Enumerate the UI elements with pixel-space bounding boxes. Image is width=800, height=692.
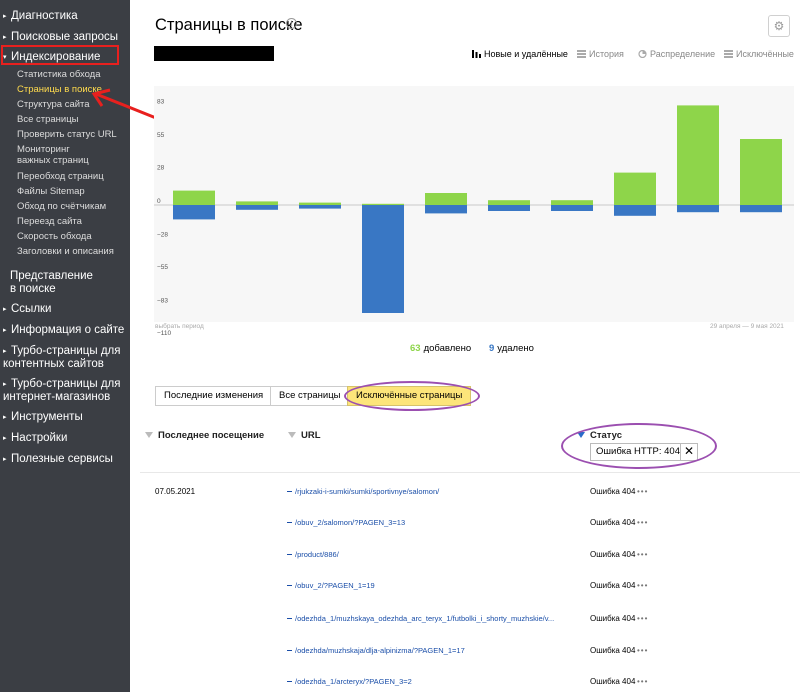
app-root: ▸ Диагностика ▸ Поисковые запросы ▾ Индекси… (0, 0, 800, 692)
filter-icon (145, 432, 153, 438)
bar-added[interactable] (740, 139, 782, 205)
row-url-link[interactable]: /odezhda_1/arcteryx/?PAGEN_3=2 (287, 677, 572, 686)
chart-date-range: 29 апреля — 9 мая 2021 (710, 323, 784, 330)
bar-added[interactable] (425, 193, 467, 205)
bar-removed[interactable] (173, 205, 215, 220)
filter-icon (288, 432, 296, 438)
row-url-text: /odezhda/muzhskaja/dlja-alpinizma/?PAGEN… (295, 646, 465, 655)
more-icon[interactable]: ••• (637, 550, 648, 559)
bar-added[interactable] (236, 201, 278, 205)
annotation-oval (344, 381, 480, 411)
column-url[interactable]: URL (288, 430, 321, 441)
dash-icon (287, 585, 292, 586)
removed-summary: 9 удалено (489, 343, 534, 354)
bar-removed[interactable] (551, 205, 593, 211)
bar-removed[interactable] (236, 205, 278, 210)
y-tick-label: 55 (157, 132, 165, 139)
bar-removed[interactable] (740, 205, 782, 213)
more-icon[interactable]: ••• (637, 614, 648, 623)
row-url-link[interactable]: /odezhda_1/muzhskaya_odezhda_arc_teryx_1… (287, 614, 572, 623)
bar-added[interactable] (677, 105, 719, 205)
added-summary: 63 добавлено (410, 343, 471, 354)
row-status: Ошибка 404 (590, 518, 636, 527)
row-url-link[interactable]: /product/886/ (287, 550, 572, 559)
y-tick-label: −83 (157, 298, 168, 305)
bar-removed[interactable] (488, 205, 530, 211)
row-url-text: /obuv_2/?PAGEN_1=19 (295, 581, 375, 590)
dash-icon (287, 491, 292, 492)
row-url-link[interactable]: /obuv_2/?PAGEN_1=19 (287, 581, 572, 590)
removed-count: 9 (489, 343, 495, 354)
dash-icon (287, 618, 292, 619)
row-status: Ошибка 404 (590, 487, 636, 496)
dash-icon (287, 522, 292, 523)
y-tick-label: −55 (157, 264, 168, 271)
dash-icon (287, 681, 292, 682)
row-url-text: /product/886/ (295, 550, 339, 559)
more-icon[interactable]: ••• (637, 581, 648, 590)
row-url-text: /obuv_2/salomon/?PAGEN_3=13 (295, 518, 406, 527)
tab-all-pages[interactable]: Все страницы (270, 386, 350, 406)
bar-added[interactable] (551, 200, 593, 205)
y-tick-label: 0 (157, 198, 161, 205)
bar-added[interactable] (362, 203, 404, 205)
more-icon[interactable]: ••• (637, 518, 648, 527)
row-url-link[interactable]: /odezhda/muzhskaja/dlja-alpinizma/?PAGEN… (287, 646, 572, 655)
row-date: 07.05.2021 (155, 487, 196, 496)
row-status: Ошибка 404 (590, 550, 636, 559)
more-icon[interactable]: ••• (637, 646, 648, 655)
bar-removed[interactable] (362, 205, 404, 313)
tab-recent-changes[interactable]: Последние изменения (155, 386, 273, 406)
y-tick-label: −28 (157, 232, 168, 239)
row-status: Ошибка 404 (590, 677, 636, 686)
row-status: Ошибка 404 (590, 646, 636, 655)
more-icon[interactable]: ••• (637, 677, 648, 686)
added-count: 63 (410, 343, 421, 354)
bar-removed[interactable] (677, 205, 719, 213)
column-last-visit[interactable]: Последнее посещение (145, 430, 264, 441)
y-tick-label: −110 (157, 330, 172, 337)
row-url-text: /odezhda_1/muzhskaya_odezhda_arc_teryx_1… (295, 614, 555, 623)
bar-removed[interactable] (425, 205, 467, 214)
dash-icon (287, 650, 292, 651)
row-url-link[interactable]: /obuv_2/salomon/?PAGEN_3=13 (287, 518, 572, 527)
row-url-link[interactable]: /rjukzaki-i-sumki/sumki/sportivnye/salom… (287, 487, 572, 496)
select-period-link[interactable]: выбрать период (155, 323, 204, 330)
row-url-text: /odezhda_1/arcteryx/?PAGEN_3=2 (295, 677, 412, 686)
row-status: Ошибка 404 (590, 581, 636, 590)
bar-added[interactable] (614, 172, 656, 205)
dash-icon (287, 554, 292, 555)
added-label: добавлено (423, 343, 472, 354)
bar-added[interactable] (299, 202, 341, 205)
divider (140, 472, 800, 473)
column-label: URL (301, 430, 321, 441)
bar-removed[interactable] (614, 205, 656, 216)
y-tick-label: 28 (157, 164, 165, 171)
column-label: Последнее посещение (158, 430, 265, 441)
annotation-oval (561, 423, 717, 469)
bar-added[interactable] (173, 190, 215, 205)
y-tick-label: 83 (157, 98, 165, 105)
more-icon[interactable]: ••• (637, 487, 648, 496)
bar-removed[interactable] (299, 205, 341, 209)
row-url-text: /rjukzaki-i-sumki/sumki/sportivnye/salom… (295, 487, 440, 496)
removed-label: удалено (497, 343, 534, 354)
row-status: Ошибка 404 (590, 614, 636, 623)
bar-added[interactable] (488, 200, 530, 205)
